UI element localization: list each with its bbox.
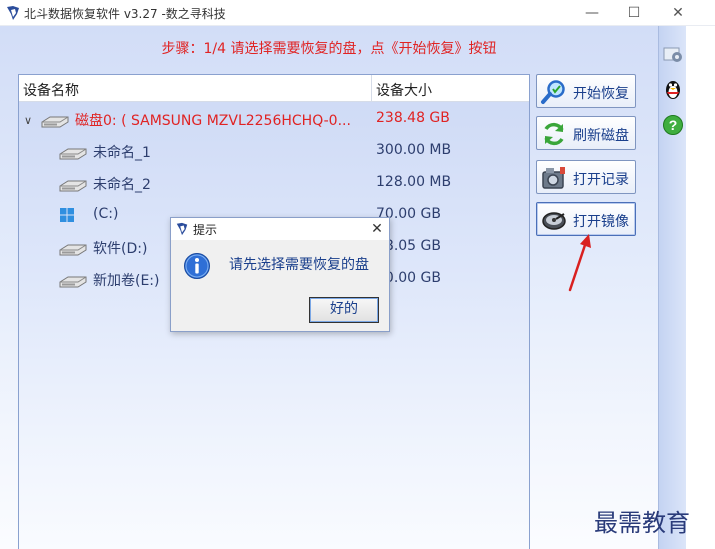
drive-icon bbox=[59, 244, 87, 256]
ok-button[interactable]: 好的 bbox=[309, 297, 379, 323]
device-name: 新加卷(E:) bbox=[93, 273, 160, 289]
open-log-button[interactable]: 打开记录 bbox=[536, 160, 636, 194]
column-header-device-size[interactable]: 设备大小 bbox=[376, 80, 432, 100]
annotation-arrow-icon bbox=[568, 234, 591, 292]
watermark-text: 最需教育 bbox=[594, 509, 690, 537]
prompt-dialog: 提示 ✕ 请先选择需要恢复的盘 好的 bbox=[170, 217, 390, 332]
step-instruction: 步骤：1/4 请选择需要恢复的盘，点《开始恢复》按钮 bbox=[161, 41, 497, 57]
settings-folder-icon[interactable] bbox=[662, 42, 684, 64]
open-log-label: 打开记录 bbox=[573, 172, 629, 188]
device-size: 128.00 MB bbox=[376, 174, 452, 190]
device-row-partition[interactable]: 未命名_2 128.00 MB bbox=[19, 168, 529, 198]
minimize-button[interactable]: — bbox=[569, 0, 615, 26]
maximize-button[interactable]: ☐ bbox=[611, 0, 657, 26]
device-size: 238.48 GB bbox=[376, 110, 450, 126]
magnifier-icon bbox=[541, 80, 565, 104]
device-row-partition[interactable]: 未命名_1 300.00 MB bbox=[19, 136, 529, 166]
hard-drive-icon bbox=[41, 116, 69, 128]
refresh-disk-label: 刷新磁盘 bbox=[573, 128, 629, 144]
info-icon bbox=[184, 253, 210, 279]
drive-icon bbox=[59, 180, 87, 192]
dialog-title-bar[interactable]: 提示 ✕ bbox=[171, 218, 389, 240]
open-image-label: 打开镜像 bbox=[573, 214, 629, 230]
window-title: 北斗数据恢复软件 v3.27 -数之寻科技 bbox=[24, 7, 226, 21]
disk-image-icon bbox=[542, 212, 566, 230]
qq-penguin-icon[interactable] bbox=[662, 78, 684, 100]
app-logo-icon bbox=[7, 6, 19, 20]
open-image-button[interactable]: 打开镜像 bbox=[536, 202, 636, 236]
windows-logo-icon bbox=[60, 208, 74, 222]
refresh-icon bbox=[544, 122, 564, 146]
column-separator[interactable] bbox=[371, 75, 372, 102]
device-row-disk0[interactable]: ∨ 磁盘0: ( SAMSUNG MZVL2256HCHQ-0... 238.4… bbox=[19, 104, 529, 134]
svg-text:?: ? bbox=[669, 117, 678, 133]
device-name: 磁盘0: ( SAMSUNG MZVL2256HCHQ-0... bbox=[75, 113, 351, 129]
device-size: 300.00 MB bbox=[376, 142, 452, 158]
window-right-edge bbox=[686, 26, 715, 549]
log-camera-icon bbox=[542, 167, 565, 189]
list-header: 设备名称 设备大小 bbox=[19, 75, 529, 102]
help-question-icon[interactable]: ? bbox=[662, 114, 684, 136]
device-name: 软件(D:) bbox=[93, 241, 148, 257]
drive-icon bbox=[59, 148, 87, 160]
device-name: 未命名_1 bbox=[93, 145, 151, 161]
device-name: 未命名_2 bbox=[93, 177, 151, 193]
device-name: (C:) bbox=[93, 206, 119, 222]
close-button[interactable]: ✕ bbox=[655, 0, 701, 26]
column-header-device-name[interactable]: 设备名称 bbox=[23, 80, 79, 100]
dialog-message: 请先选择需要恢复的盘 bbox=[229, 257, 369, 273]
refresh-disk-button[interactable]: 刷新磁盘 bbox=[536, 116, 636, 150]
app-logo-icon bbox=[176, 222, 188, 236]
start-recovery-button[interactable]: 开始恢复 bbox=[536, 74, 636, 108]
drive-icon bbox=[59, 276, 87, 288]
expand-chevron-icon[interactable]: ∨ bbox=[24, 114, 32, 127]
dialog-title: 提示 bbox=[193, 223, 218, 237]
side-strip: ? bbox=[658, 26, 686, 549]
title-bar: 北斗数据恢复软件 v3.27 -数之寻科技 — ☐ ✕ bbox=[0, 0, 715, 26]
start-recovery-label: 开始恢复 bbox=[573, 86, 629, 102]
dialog-close-button[interactable]: ✕ bbox=[367, 219, 387, 239]
